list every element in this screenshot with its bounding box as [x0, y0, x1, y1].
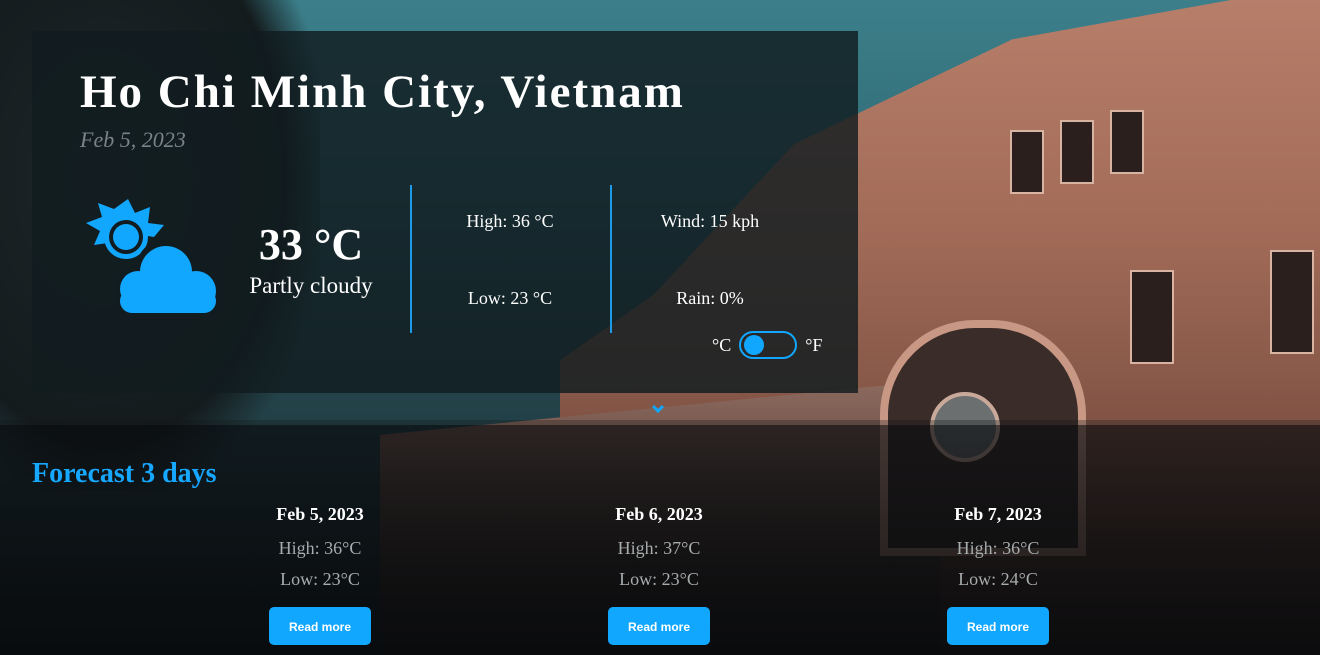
- divider: [610, 185, 612, 333]
- forecast-low: Low: 23°C: [280, 569, 360, 589]
- partly-cloudy-icon: [86, 199, 220, 315]
- forecast-low: Low: 23°C: [619, 569, 699, 589]
- read-more-button[interactable]: Read more: [608, 607, 710, 645]
- forecast-day: Feb 5, 2023 High: 36°C Low: 23°C Read mo…: [220, 502, 420, 645]
- read-more-button[interactable]: Read more: [947, 607, 1049, 645]
- current-date: Feb 5, 2023: [80, 127, 186, 152]
- current-weather-card: Ho Chi Minh City, Vietnam Feb 5, 2023 33…: [32, 31, 858, 393]
- read-more-button[interactable]: Read more: [269, 607, 371, 645]
- forecast-day: Feb 6, 2023 High: 37°C Low: 23°C Read mo…: [559, 502, 759, 645]
- forecast-title: Forecast 3 days: [32, 458, 217, 489]
- current-condition: Partly cloudy: [249, 273, 373, 298]
- celsius-label: °C: [712, 334, 732, 355]
- forecast-date: Feb 5, 2023: [276, 504, 364, 524]
- divider: [410, 185, 412, 333]
- forecast-high: High: 36°C: [278, 538, 362, 558]
- forecast-day: Feb 7, 2023 High: 36°C Low: 24°C Read mo…: [898, 502, 1098, 645]
- city-name: Ho Chi Minh City, Vietnam: [80, 66, 685, 118]
- forecast-low: Low: 24°C: [958, 569, 1038, 589]
- low-temp: Low: 23 °C: [467, 288, 553, 308]
- high-temp: High: 36 °C: [466, 211, 554, 231]
- fahrenheit-label: °F: [805, 334, 823, 355]
- forecast-high: High: 37°C: [617, 538, 701, 558]
- unit-switch[interactable]: [739, 331, 798, 359]
- wind-speed: Wind: 15 kph: [660, 211, 760, 231]
- forecast-date: Feb 6, 2023: [615, 504, 703, 524]
- unit-toggle: °C °F: [712, 331, 822, 359]
- forecast-date: Feb 7, 2023: [954, 504, 1042, 524]
- current-temperature: 33 °C: [258, 220, 364, 269]
- chevron-down-icon[interactable]: [651, 402, 665, 416]
- forecast-high: High: 36°C: [956, 538, 1040, 558]
- rain-chance: Rain: 0%: [676, 288, 744, 308]
- switch-knob: [744, 335, 765, 355]
